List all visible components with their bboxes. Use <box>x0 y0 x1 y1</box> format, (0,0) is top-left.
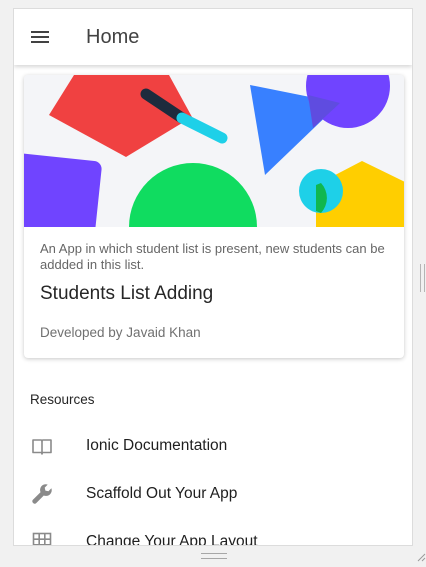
book-icon <box>30 434 54 458</box>
resources-header: Resources <box>30 392 95 407</box>
list-item-label: Ionic Documentation <box>86 437 228 454</box>
menu-button[interactable] <box>28 25 52 49</box>
wrench-icon <box>30 482 54 506</box>
list-item-ionic-documentation[interactable]: Ionic Documentation <box>14 422 412 470</box>
page-content: An App in which student list is present,… <box>14 66 412 545</box>
card-hero-illustration <box>24 75 404 227</box>
page-title: Home <box>86 26 140 48</box>
app-card: An App in which student list is present,… <box>24 75 404 358</box>
list-item-change-layout[interactable]: Change Your App Layout <box>14 518 412 545</box>
split-pane-resize-handle[interactable] <box>420 264 425 292</box>
list-item-label: Scaffold Out Your App <box>86 485 238 502</box>
list-item-label: Change Your App Layout <box>86 533 258 545</box>
card-subtitle: An App in which student list is present,… <box>40 241 385 272</box>
card-author: Developed by Javaid Khan <box>40 325 201 340</box>
menu-icon <box>31 31 49 43</box>
grid-icon <box>30 530 54 545</box>
list-item-scaffold-app[interactable]: Scaffold Out Your App <box>14 470 412 518</box>
card-title: Students List Adding <box>40 283 214 304</box>
app-frame: Home An App in which student list is pre… <box>13 8 413 546</box>
toolbar: Home <box>14 9 412 65</box>
corner-resize-grip-icon[interactable] <box>417 553 426 562</box>
purple-block-shape <box>24 153 102 227</box>
bottom-resize-handle[interactable] <box>201 553 227 559</box>
